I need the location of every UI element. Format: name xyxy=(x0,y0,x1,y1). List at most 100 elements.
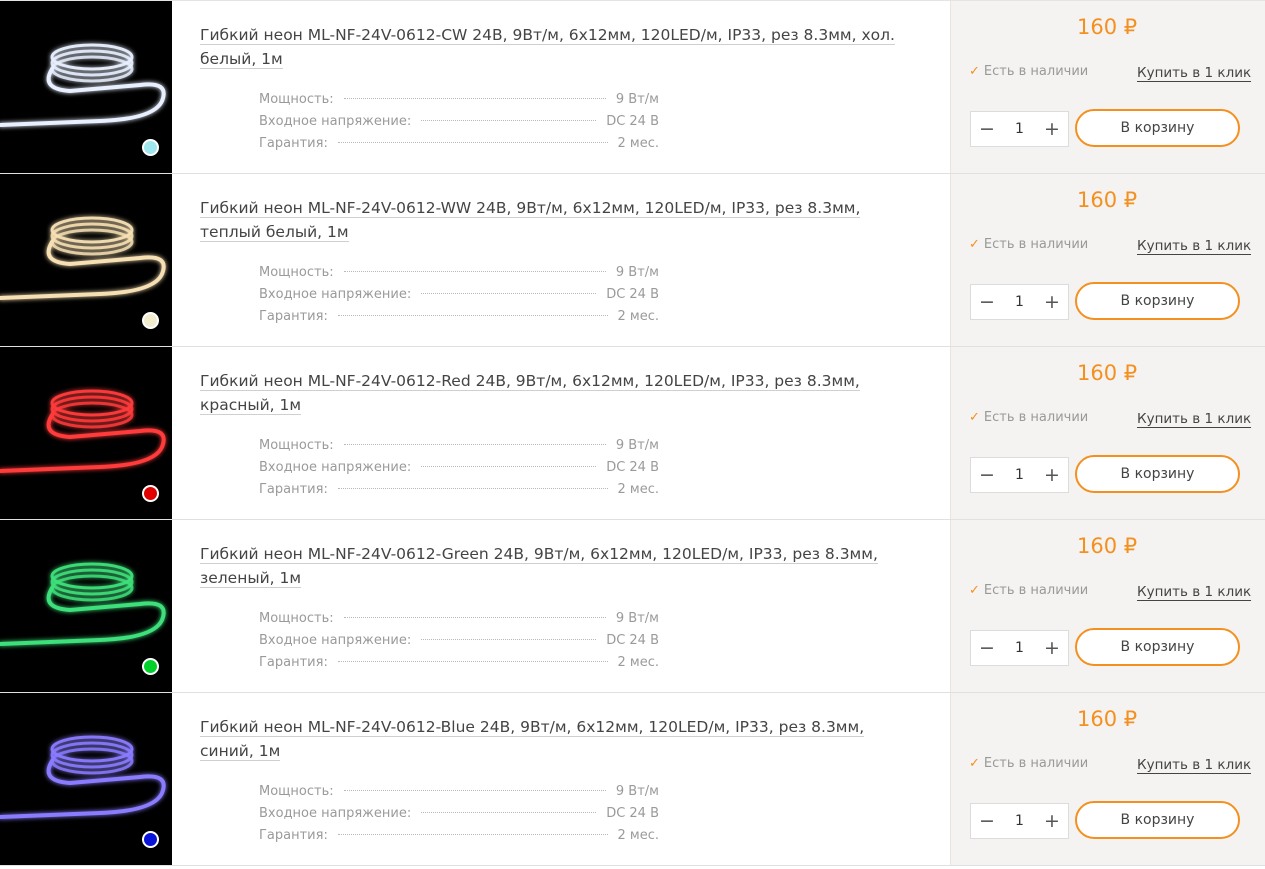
minus-icon[interactable]: − xyxy=(971,804,1003,838)
spec-list: Мощность: 9 Вт/м Входное напряжение: DC 24 … xyxy=(259,608,659,674)
add-to-cart-button[interactable]: В корзину xyxy=(1075,801,1240,839)
spec-label: Гарантия: xyxy=(259,828,328,843)
quantity-stepper: − 1 + xyxy=(970,803,1069,839)
product-info: Гибкий неон ML-NF-24V-0612-Green 24В, 9В… xyxy=(172,520,950,692)
spec-label: Входное напряжение: xyxy=(259,287,412,302)
spec-leader xyxy=(421,466,597,467)
spec-list: Мощность: 9 Вт/м Входное напряжение: DC 24 … xyxy=(259,262,659,328)
buy-one-click-link[interactable]: Купить в 1 клик xyxy=(1137,238,1252,255)
stock-status: ✓ Есть в наличии xyxy=(969,410,1089,425)
add-to-cart-button[interactable]: В корзину xyxy=(1075,282,1240,320)
spec-list: Мощность: 9 Вт/м Входное напряжение: DC 24 … xyxy=(259,89,659,155)
quantity-value[interactable]: 1 xyxy=(1015,640,1024,656)
spec-label: Гарантия: xyxy=(259,136,328,151)
spec-row: Мощность: 9 Вт/м xyxy=(259,262,659,284)
spec-label: Входное напряжение: xyxy=(259,460,412,475)
product-title-link[interactable]: Гибкий неон ML-NF-24V-0612-WW 24В, 9Вт/м… xyxy=(200,196,900,244)
product-info: Гибкий неон ML-NF-24V-0612-WW 24В, 9Вт/м… xyxy=(172,174,950,346)
price: 160 ₽ xyxy=(1077,707,1138,731)
spec-value: 9 Вт/м xyxy=(615,265,659,280)
spec-leader xyxy=(337,488,608,489)
buy-one-click-link[interactable]: Купить в 1 клик xyxy=(1137,584,1252,601)
plus-icon[interactable]: + xyxy=(1036,458,1068,492)
spec-value: DC 24 В xyxy=(606,114,659,129)
spec-list: Мощность: 9 Вт/м Входное напряжение: DC 24 … xyxy=(259,781,659,847)
stock-status: ✓ Есть в наличии xyxy=(969,583,1089,598)
spec-leader xyxy=(337,315,608,316)
spec-row: Входное напряжение: DC 24 В xyxy=(259,111,659,133)
quantity-stepper: − 1 + xyxy=(970,630,1069,666)
spec-row: Входное напряжение: DC 24 В xyxy=(259,803,659,825)
product-row: Гибкий неон ML-NF-24V-0612-CW 24В, 9Вт/м… xyxy=(0,1,1265,174)
buy-one-click-link[interactable]: Купить в 1 клик xyxy=(1137,757,1252,774)
spec-leader xyxy=(421,639,597,640)
product-title-link[interactable]: Гибкий неон ML-NF-24V-0612-Green 24В, 9В… xyxy=(200,542,900,590)
minus-icon[interactable]: − xyxy=(971,458,1003,492)
plus-icon[interactable]: + xyxy=(1036,631,1068,665)
product-title-link[interactable]: Гибкий неон ML-NF-24V-0612-Blue 24В, 9Вт… xyxy=(200,715,900,763)
plus-icon[interactable]: + xyxy=(1036,285,1068,319)
product-row: Гибкий неон ML-NF-24V-0612-Blue 24В, 9Вт… xyxy=(0,693,1265,866)
quantity-value[interactable]: 1 xyxy=(1015,813,1024,829)
purchase-panel: 160 ₽ ✓ Есть в наличии Купить в 1 клик − … xyxy=(950,693,1265,865)
color-swatch[interactable] xyxy=(142,831,159,848)
minus-icon[interactable]: − xyxy=(971,285,1003,319)
product-image[interactable] xyxy=(0,520,172,692)
spec-leader xyxy=(343,790,606,791)
spec-row: Мощность: 9 Вт/м xyxy=(259,435,659,457)
spec-label: Мощность: xyxy=(259,265,334,280)
add-to-cart-button[interactable]: В корзину xyxy=(1075,628,1240,666)
product-title-link[interactable]: Гибкий неон ML-NF-24V-0612-CW 24В, 9Вт/м… xyxy=(200,23,900,71)
product-image[interactable] xyxy=(0,693,172,865)
spec-row: Входное напряжение: DC 24 В xyxy=(259,630,659,652)
spec-value: 9 Вт/м xyxy=(615,611,659,626)
plus-icon[interactable]: + xyxy=(1036,804,1068,838)
spec-row: Гарантия: 2 мес. xyxy=(259,652,659,674)
quantity-stepper: − 1 + xyxy=(970,284,1069,320)
color-swatch[interactable] xyxy=(142,139,159,156)
color-swatch[interactable] xyxy=(142,658,159,675)
color-swatch[interactable] xyxy=(142,485,159,502)
color-swatch[interactable] xyxy=(142,312,159,329)
product-image[interactable] xyxy=(0,347,172,519)
spec-row: Мощность: 9 Вт/м xyxy=(259,608,659,630)
spec-row: Мощность: 9 Вт/м xyxy=(259,781,659,803)
product-row: Гибкий неон ML-NF-24V-0612-Red 24В, 9Вт/… xyxy=(0,347,1265,520)
buy-one-click-link[interactable]: Купить в 1 клик xyxy=(1137,411,1252,428)
spec-label: Мощность: xyxy=(259,784,334,799)
check-icon: ✓ xyxy=(969,756,980,771)
spec-leader xyxy=(337,661,608,662)
spec-label: Гарантия: xyxy=(259,309,328,324)
spec-row: Гарантия: 2 мес. xyxy=(259,133,659,155)
spec-leader xyxy=(421,120,597,121)
product-image[interactable] xyxy=(0,174,172,346)
spec-label: Входное напряжение: xyxy=(259,806,412,821)
product-title-link[interactable]: Гибкий неон ML-NF-24V-0612-Red 24В, 9Вт/… xyxy=(200,369,900,417)
minus-icon[interactable]: − xyxy=(971,112,1003,146)
add-to-cart-button[interactable]: В корзину xyxy=(1075,109,1240,147)
stock-status: ✓ Есть в наличии xyxy=(969,756,1089,771)
quantity-value[interactable]: 1 xyxy=(1015,121,1024,137)
spec-value: 2 мес. xyxy=(617,309,660,324)
purchase-panel: 160 ₽ ✓ Есть в наличии Купить в 1 клик − … xyxy=(950,174,1265,346)
spec-label: Мощность: xyxy=(259,438,334,453)
spec-value: 9 Вт/м xyxy=(615,784,659,799)
spec-value: 9 Вт/м xyxy=(615,438,659,453)
spec-leader xyxy=(421,293,597,294)
spec-value: 2 мес. xyxy=(617,482,660,497)
minus-icon[interactable]: − xyxy=(971,631,1003,665)
add-to-cart-button[interactable]: В корзину xyxy=(1075,455,1240,493)
spec-value: DC 24 В xyxy=(606,633,659,648)
buy-one-click-link[interactable]: Купить в 1 клик xyxy=(1137,65,1252,82)
product-image[interactable] xyxy=(0,1,172,173)
quantity-value[interactable]: 1 xyxy=(1015,467,1024,483)
spec-row: Гарантия: 2 мес. xyxy=(259,825,659,847)
spec-label: Мощность: xyxy=(259,92,334,107)
spec-value: 2 мес. xyxy=(617,828,660,843)
spec-leader xyxy=(337,142,608,143)
spec-value: 2 мес. xyxy=(617,136,660,151)
spec-row: Мощность: 9 Вт/м xyxy=(259,89,659,111)
quantity-value[interactable]: 1 xyxy=(1015,294,1024,310)
quantity-stepper: − 1 + xyxy=(970,111,1069,147)
plus-icon[interactable]: + xyxy=(1036,112,1068,146)
